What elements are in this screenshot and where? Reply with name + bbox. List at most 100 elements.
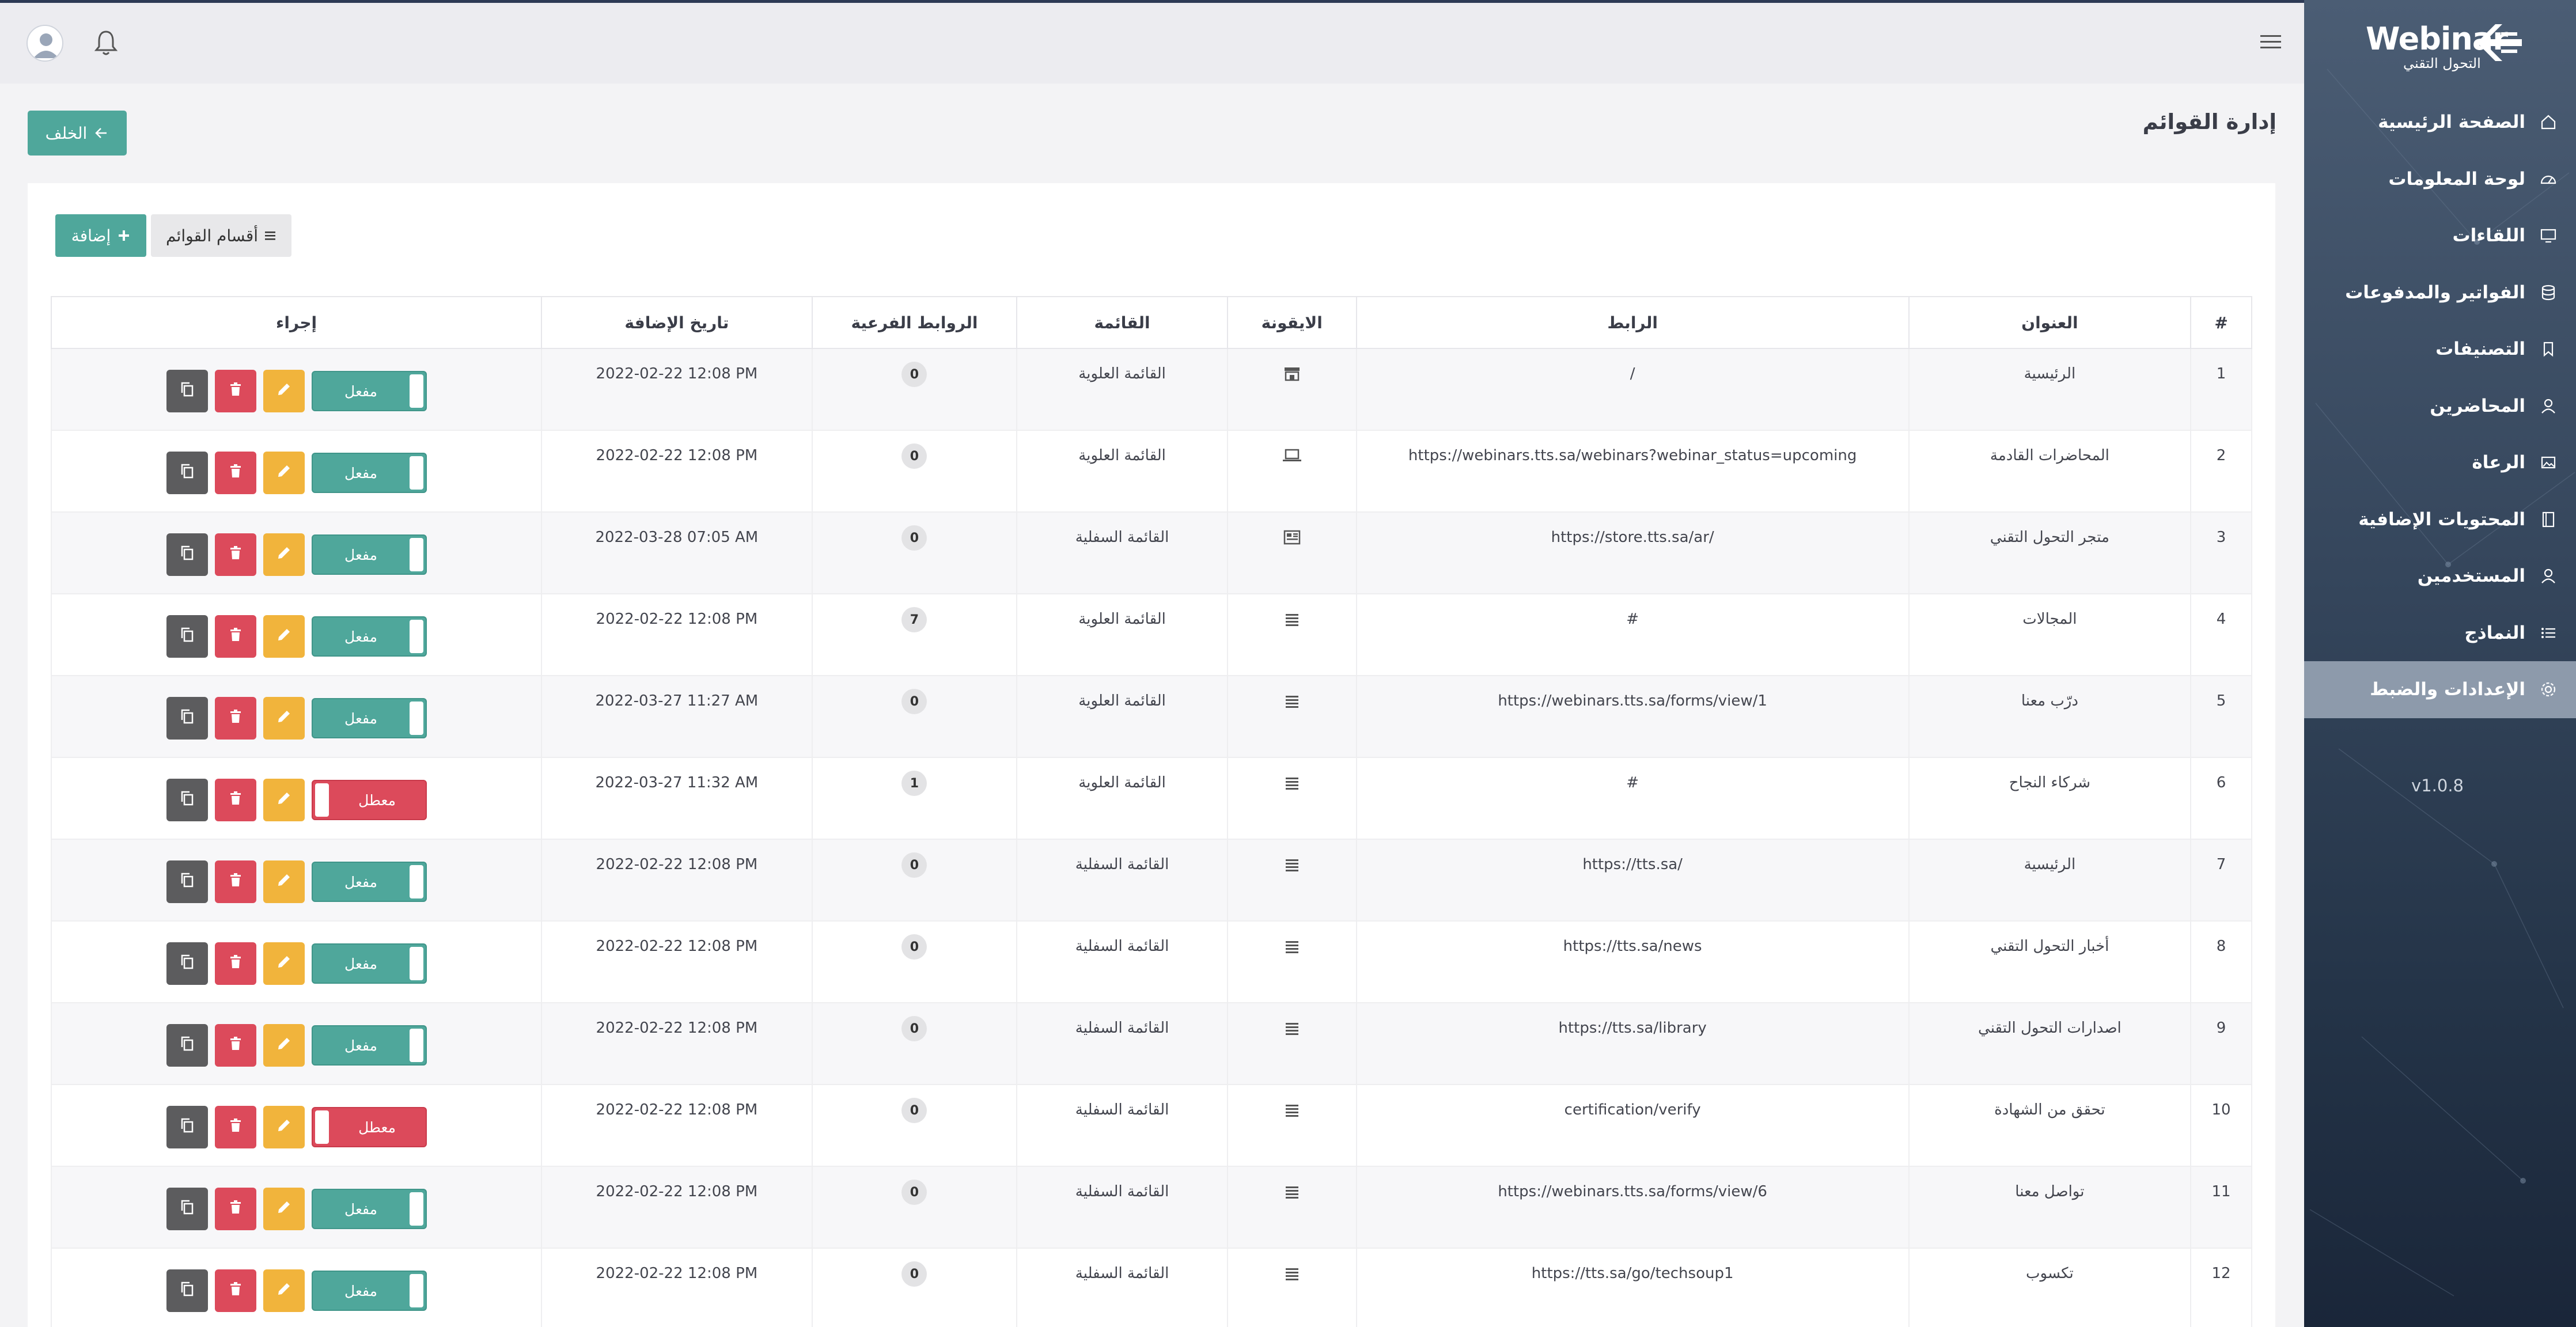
duplicate-button[interactable] <box>166 1188 208 1230</box>
delete-button[interactable] <box>214 860 256 903</box>
duplicate-button[interactable] <box>166 1024 208 1067</box>
row-date: 2022-02-22 12:08 PM <box>541 1167 812 1248</box>
duplicate-button[interactable] <box>166 533 208 576</box>
sidebar-item-extra-content[interactable]: المحتويات الإضافية <box>2304 491 2576 548</box>
row-menu: القائمة العلوية <box>1016 431 1227 511</box>
duplicate-button[interactable] <box>166 370 208 412</box>
sidebar-item-label: التصنيفات <box>2435 339 2525 360</box>
edit-button[interactable] <box>263 615 305 658</box>
row-icon <box>1226 758 1356 839</box>
duplicate-button[interactable] <box>166 942 208 985</box>
copy-icon <box>180 1036 195 1056</box>
status-toggle[interactable]: مفعل <box>311 862 427 902</box>
status-toggle[interactable]: مفعل <box>311 1025 427 1066</box>
delete-button[interactable] <box>214 1024 256 1067</box>
delete-button[interactable] <box>214 370 256 412</box>
toggle-knob <box>409 620 423 653</box>
sublinks-count-badge[interactable]: 0 <box>901 1261 927 1287</box>
status-toggle[interactable]: مفعل <box>311 943 427 984</box>
sublinks-count-badge[interactable]: 1 <box>901 771 927 796</box>
sidebar-item-sponsors[interactable]: الرعاة <box>2304 434 2576 491</box>
row-date: 2022-02-22 12:08 PM <box>541 1003 812 1084</box>
duplicate-button[interactable] <box>166 1269 208 1312</box>
duplicate-button[interactable] <box>166 779 208 821</box>
list-icon <box>2538 623 2559 643</box>
row-link: # <box>1355 758 1908 839</box>
sidebar-item-lecturers[interactable]: المحاضرين <box>2304 378 2576 435</box>
delete-button[interactable] <box>214 452 256 494</box>
sidebar-item-dashboard[interactable]: لوحة المعلومات <box>2304 151 2576 208</box>
notifications-bell-icon[interactable] <box>93 28 119 57</box>
avatar-icon <box>33 33 59 58</box>
edit-button[interactable] <box>263 1188 305 1230</box>
delete-button[interactable] <box>214 942 256 985</box>
back-button[interactable]: الخلف <box>28 111 127 156</box>
pencil-icon <box>276 382 291 401</box>
sublinks-count-badge[interactable]: 0 <box>901 362 927 387</box>
status-toggle[interactable]: مفعل <box>311 698 427 738</box>
header-title: العنوان <box>1908 297 2190 348</box>
sublinks-count-badge[interactable]: 0 <box>901 443 927 469</box>
user-avatar[interactable] <box>26 25 63 62</box>
delete-button[interactable] <box>214 1269 256 1312</box>
copy-icon <box>180 954 195 974</box>
sublinks-count-badge[interactable]: 0 <box>901 525 927 551</box>
sidebar-item-forms[interactable]: النماذج <box>2304 605 2576 662</box>
header-number: # <box>2190 297 2251 348</box>
status-toggle[interactable]: معطل <box>311 1107 427 1147</box>
duplicate-button[interactable] <box>166 860 208 903</box>
table-row: مفعل 2022-02-22 12:08 PM 7 القائمة العلوية #… <box>51 594 2252 676</box>
sublinks-count-badge[interactable]: 0 <box>901 689 927 714</box>
edit-button[interactable] <box>263 697 305 740</box>
sublinks-count-badge[interactable]: 7 <box>901 607 927 632</box>
status-toggle[interactable]: مفعل <box>311 1271 427 1311</box>
duplicate-button[interactable] <box>166 1106 208 1148</box>
edit-button[interactable] <box>263 452 305 494</box>
edit-button[interactable] <box>263 370 305 412</box>
row-icon <box>1226 1085 1356 1166</box>
edit-button[interactable] <box>263 1106 305 1148</box>
delete-button[interactable] <box>214 615 256 658</box>
menu-categories-button[interactable]: أقسام القوائم <box>151 214 291 257</box>
delete-button[interactable] <box>214 533 256 576</box>
status-toggle[interactable]: مفعل <box>311 371 427 411</box>
sublinks-count-badge[interactable]: 0 <box>901 1180 927 1205</box>
status-toggle[interactable]: مفعل <box>311 616 427 657</box>
sidebar-item-settings[interactable]: الإعدادات والضبط <box>2304 661 2576 718</box>
duplicate-button[interactable] <box>166 615 208 658</box>
sublinks-count-badge[interactable]: 0 <box>901 934 927 960</box>
status-toggle[interactable]: معطل <box>311 780 427 820</box>
row-link: https://tts.sa/news <box>1355 922 1908 1002</box>
sidebar-item-categories[interactable]: التصنيفات <box>2304 321 2576 378</box>
delete-button[interactable] <box>214 1106 256 1148</box>
row-number: 8 <box>2190 922 2251 1002</box>
edit-button[interactable] <box>263 1269 305 1312</box>
row-date: 2022-03-28 07:05 AM <box>541 513 812 593</box>
sublinks-count-badge[interactable]: 0 <box>901 852 927 878</box>
sublinks-count-badge[interactable]: 0 <box>901 1098 927 1123</box>
delete-button[interactable] <box>214 697 256 740</box>
edit-button[interactable] <box>263 942 305 985</box>
edit-button[interactable] <box>263 533 305 576</box>
sidebar-item-home[interactable]: الصفحة الرئيسية <box>2304 94 2576 151</box>
toggle-knob <box>409 538 423 571</box>
sublinks-count-badge[interactable]: 0 <box>901 1016 927 1041</box>
hamburger-menu-icon[interactable] <box>2258 31 2283 54</box>
sidebar-item-invoices[interactable]: الفواتير والمدفوعات <box>2304 264 2576 321</box>
status-toggle[interactable]: مفعل <box>311 1189 427 1229</box>
edit-button[interactable] <box>263 779 305 821</box>
status-toggle[interactable]: مفعل <box>311 534 427 575</box>
delete-button[interactable] <box>214 1188 256 1230</box>
add-menu-button[interactable]: إضافة <box>55 214 146 257</box>
status-toggle[interactable]: مفعل <box>311 453 427 493</box>
sidebar-item-meetings[interactable]: اللقاءات <box>2304 207 2576 264</box>
duplicate-button[interactable] <box>166 452 208 494</box>
edit-button[interactable] <box>263 1024 305 1067</box>
delete-button[interactable] <box>214 779 256 821</box>
webinar-logo[interactable]: Webinar التحول التقني <box>2357 14 2524 71</box>
header-menu: القائمة <box>1016 297 1227 348</box>
sidebar: Webinar التحول التقني الصفحة الرئيسية لو… <box>2304 0 2576 1327</box>
duplicate-button[interactable] <box>166 697 208 740</box>
sidebar-item-users[interactable]: المستخدمين <box>2304 548 2576 605</box>
edit-button[interactable] <box>263 860 305 903</box>
